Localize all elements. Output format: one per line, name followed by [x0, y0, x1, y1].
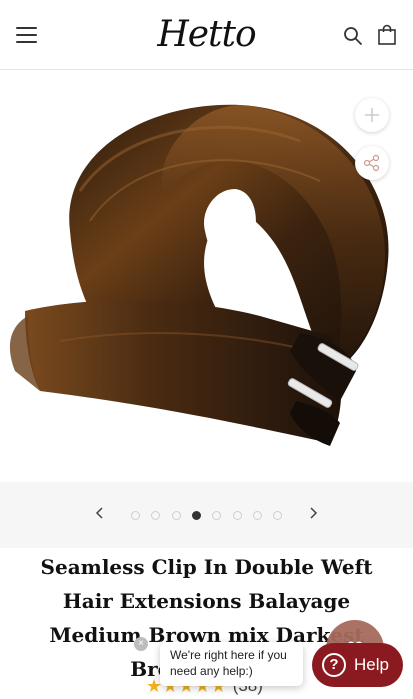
help-label: Help [354, 655, 389, 674]
pager-dot[interactable] [151, 511, 161, 520]
shopping-bag-icon[interactable] [377, 24, 397, 46]
gallery-pager [0, 482, 413, 548]
zoom-button[interactable] [355, 98, 389, 132]
question-icon: ? [322, 653, 346, 677]
pager-dot[interactable] [171, 511, 181, 520]
chevron-right-icon[interactable] [304, 504, 322, 522]
product-image[interactable] [0, 71, 413, 482]
site-header: Hetto [0, 0, 413, 70]
pager-dot[interactable] [252, 511, 262, 520]
close-icon[interactable]: × [134, 637, 148, 651]
pager-dot[interactable] [273, 511, 283, 520]
chevron-left-icon[interactable] [91, 504, 109, 522]
share-button[interactable] [355, 146, 389, 180]
pager-dots [131, 511, 291, 521]
chat-greeting-bubble[interactable]: We're right here if you need any help:) [160, 642, 303, 686]
pager-dot[interactable] [131, 511, 140, 520]
plus-icon [365, 108, 379, 122]
pager-dot[interactable] [191, 511, 201, 520]
search-icon[interactable] [343, 26, 363, 46]
pager-dot[interactable] [232, 511, 242, 520]
product-gallery[interactable] [0, 71, 413, 482]
chat-greeting-text: We're right here if you need any help:) [170, 648, 287, 678]
help-button[interactable]: ? Help [312, 643, 403, 687]
share-icon [363, 154, 380, 172]
pager-dot[interactable] [212, 511, 222, 520]
